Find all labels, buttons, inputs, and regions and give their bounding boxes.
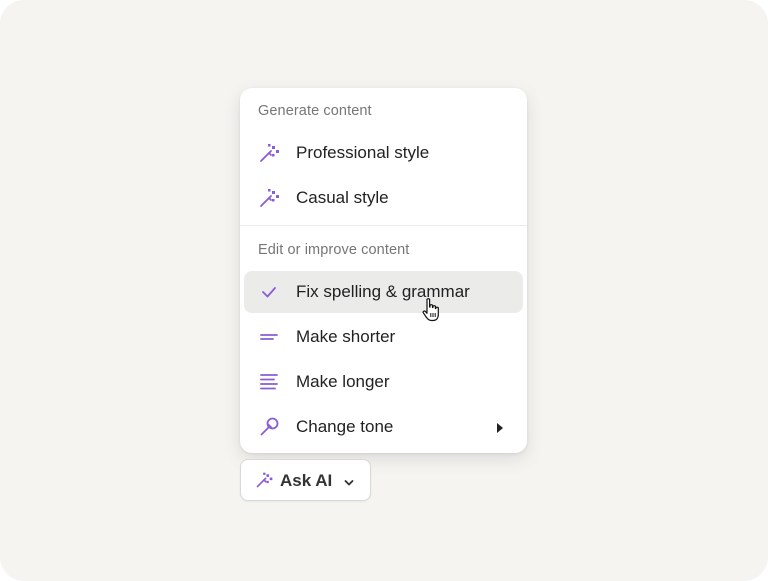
magic-wand-icon [258,142,280,164]
menu-item-label: Casual style [296,188,389,207]
ask-ai-button[interactable]: Ask AI [240,459,371,501]
caret-right-icon [495,421,505,433]
ai-menu: Generate content Professional style Casu… [240,88,527,453]
menu-item-label: Fix spelling & grammar [296,282,470,301]
section-header-edit: Edit or improve content [258,242,410,258]
menu-item-label: Make longer [296,372,390,391]
menu-item-label: Professional style [296,143,430,162]
magic-wand-icon [255,471,273,489]
menu-item-label: Make shorter [296,327,396,346]
menu-item-professional-style[interactable]: Professional style [244,132,523,174]
chevron-down-icon [343,475,355,486]
short-lines-icon [258,326,280,348]
section-header-generate: Generate content [258,103,372,119]
magic-wand-icon [258,187,280,209]
long-lines-icon [258,371,280,393]
ask-ai-label: Ask AI [280,471,333,490]
menu-item-casual-style[interactable]: Casual style [244,177,523,219]
menu-item-make-longer[interactable]: Make longer [244,361,523,403]
menu-item-fix-spelling-grammar[interactable]: Fix spelling & grammar [244,271,523,313]
section-divider [240,225,527,226]
menu-item-label: Change tone [296,417,394,436]
check-icon [258,281,280,303]
canvas: Generate content Professional style Casu… [0,0,768,581]
hand-cursor-icon [421,297,443,323]
menu-item-make-shorter[interactable]: Make shorter [244,316,523,358]
menu-item-change-tone[interactable]: Change tone [244,406,523,448]
microphone-icon [258,416,280,438]
